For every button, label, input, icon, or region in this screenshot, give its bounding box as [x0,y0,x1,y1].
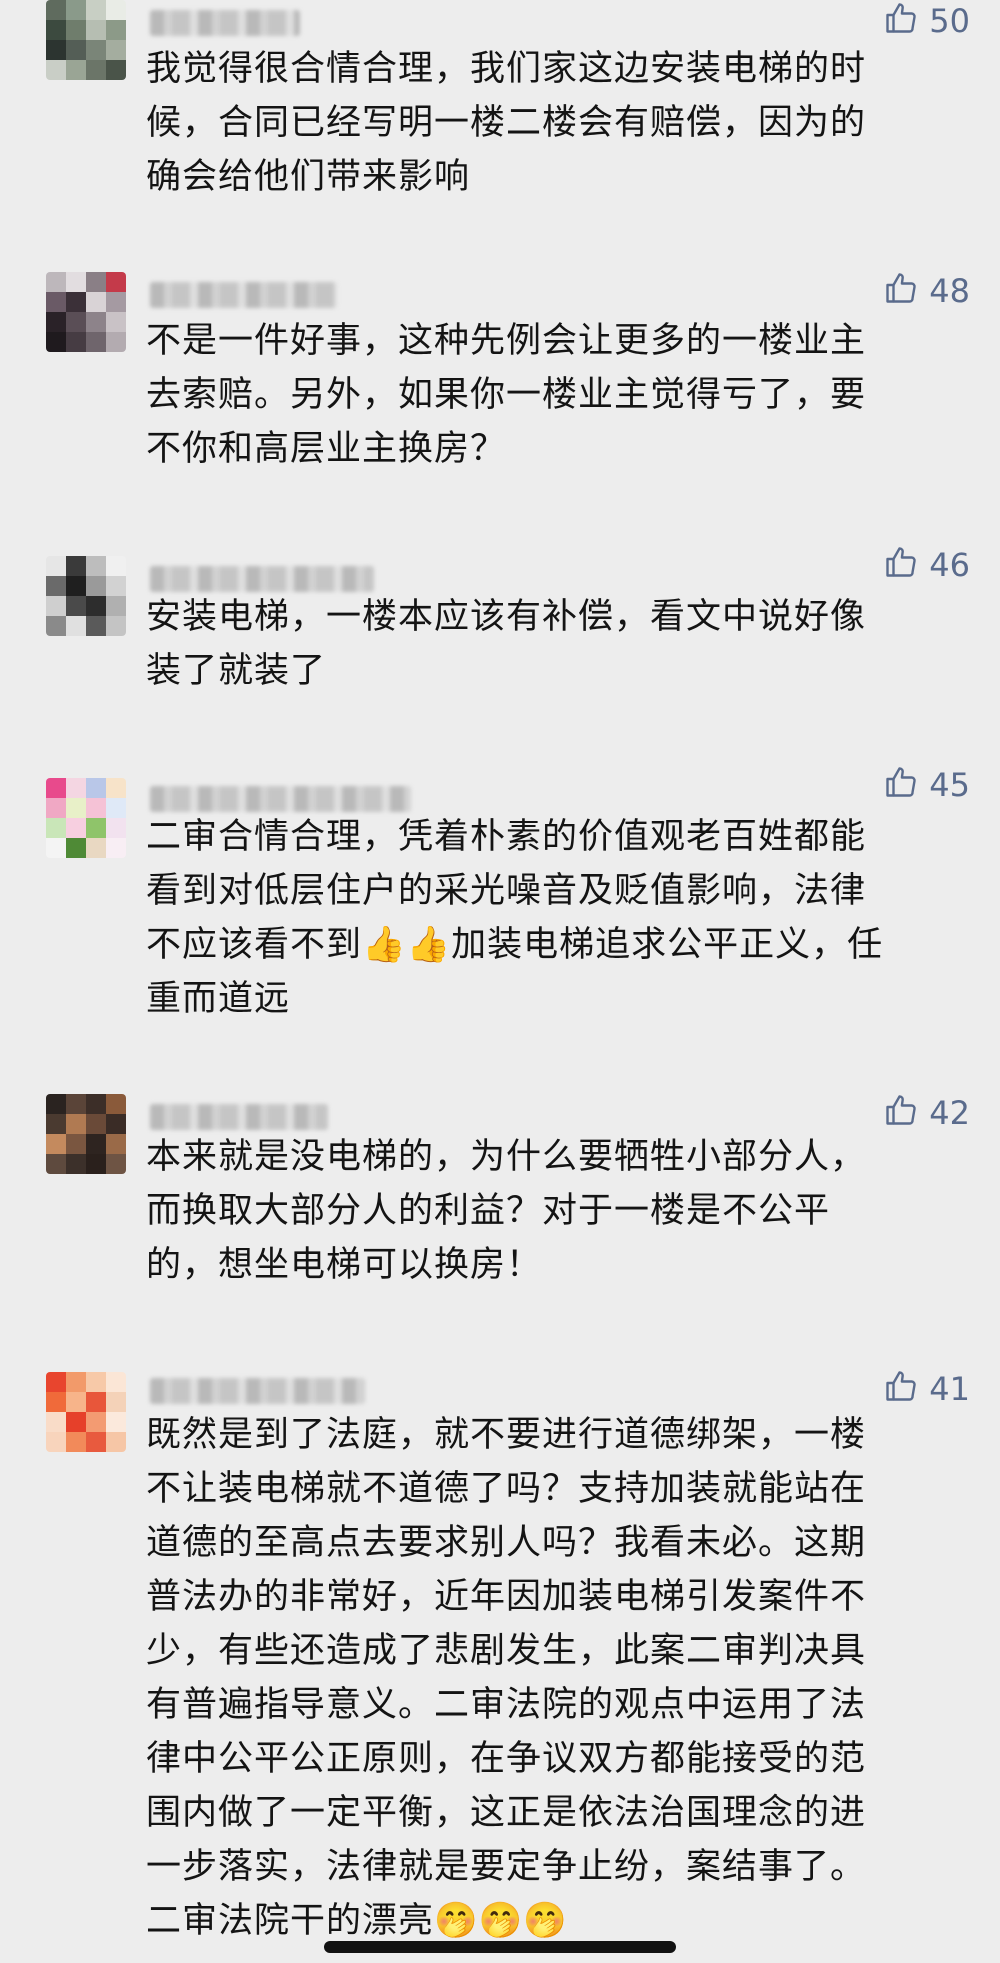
thumbs-up-icon [883,270,919,311]
like-button[interactable]: 48 [883,270,970,311]
username-blurred[interactable] [150,786,411,812]
home-indicator [324,1941,676,1953]
avatar[interactable] [46,556,126,636]
like-button[interactable]: 46 [883,544,970,585]
comment-text: 二审合情合理，凭着朴素的价值观老百姓都能 看到对低层住户的采光噪音及贬值影响，法… [146,817,884,1019]
like-button[interactable]: 41 [883,1368,970,1409]
thumbs-up-icon [883,1092,919,1133]
like-count: 41 [929,1369,970,1408]
thumbs-up-icon [883,764,919,805]
like-count: 50 [929,1,970,40]
comment-text: 不是一件好事，这种先例会让更多的一楼业主 去索赔。另外，如果你一楼业主觉得亏了，… [146,321,867,469]
avatar[interactable] [46,272,126,352]
thumbs-up-icon [883,0,919,41]
username-blurred[interactable] [150,282,337,308]
like-count: 48 [929,271,970,310]
comment-text: 本来就是没电梯的，为什么要牺牲小部分人， 而换取大部分人的利益？对于一楼是不公平… [146,1137,867,1285]
like-count: 42 [929,1093,970,1132]
like-button[interactable]: 42 [883,1092,970,1133]
like-count: 45 [929,765,970,804]
like-button[interactable]: 50 [883,0,970,41]
avatar[interactable] [46,1372,126,1452]
avatar[interactable] [46,778,126,858]
avatar[interactable] [46,1094,126,1174]
username-blurred[interactable] [150,10,300,36]
username-blurred[interactable] [150,1104,328,1130]
username-blurred[interactable] [150,566,374,592]
thumbs-up-icon [883,1368,919,1409]
avatar[interactable] [46,0,126,80]
like-count: 46 [929,545,970,584]
comment-text: 既然是到了法庭，就不要进行道德绑架，一楼 不让装电梯就不道德了吗？支持加装就能站… [146,1415,867,1941]
like-button[interactable]: 45 [883,764,970,805]
comment-text: 我觉得很合情合理，我们家这边安装电梯的时 候，合同已经写明一楼二楼会有赔偿，因为… [146,49,867,197]
username-blurred[interactable] [150,1378,365,1404]
comment-text: 安装电梯，一楼本应该有补偿，看文中说好像 装了就装了 [146,597,867,691]
thumbs-up-icon [883,544,919,585]
